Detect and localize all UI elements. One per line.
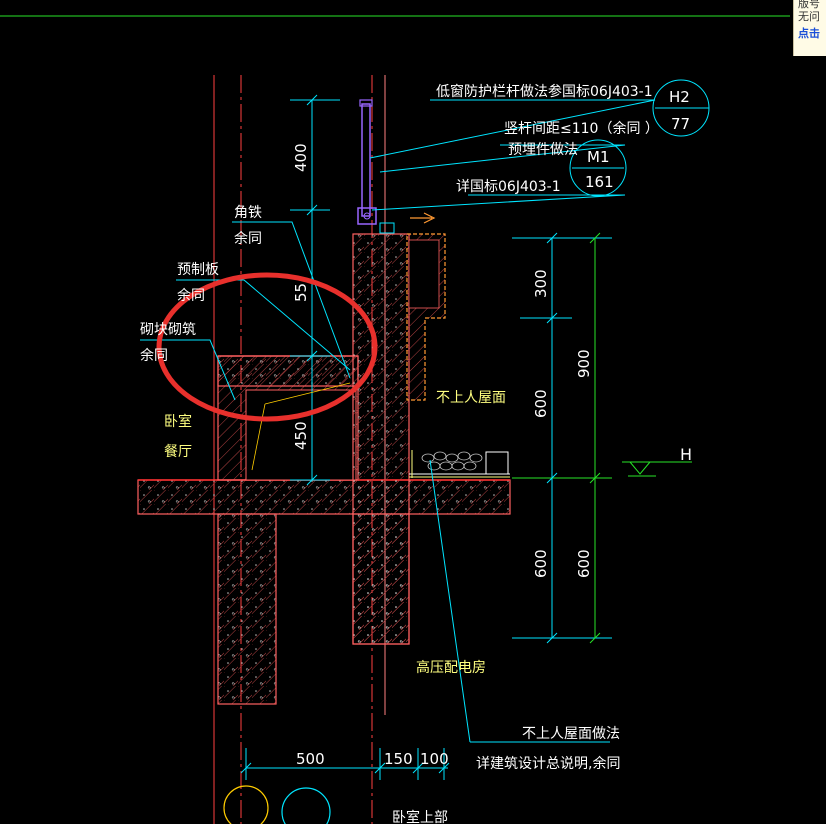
dim-left-low: 450 [292,421,310,450]
dim-left-mid: 55 [292,283,310,302]
masonry-note: 余同 [140,347,168,364]
angle-steel-label: 角铁 [234,205,262,221]
axis-bubble-left [223,785,269,824]
dim-right-1: 300 [532,269,550,298]
level-mark-icon [622,461,692,477]
railing-badge-bottom: 77 [671,115,690,133]
tooltip-popup[interactable]: 版号 无问 点击 [793,0,826,56]
dim-bottom-3: 100 [420,750,449,768]
precast-slab-label: 预制板 [177,262,219,278]
precast-slab-note: 余同 [177,287,205,304]
embedded-badge-bottom: 161 [585,173,614,191]
dim-right-2: 600 [532,389,550,418]
right-dimension [512,232,612,644]
central-column-lower [352,513,410,645]
dim-bottom-2: 150 [384,750,413,768]
roof-method-label: 不上人屋面做法 [522,726,620,742]
cad-drawing-canvas[interactable]: 低窗防护栏杆做法参国标06J403-1 H2 77 竖杆间距≤110（余同 ） … [0,0,826,824]
bedroom-label: 卧室 [164,413,192,430]
dim-right-3: 600 [532,549,550,578]
embedded-part-text: 预埋件做法 [508,142,578,158]
level-mark-text: H [680,445,692,464]
dim-right-total-upper: 900 [575,349,593,378]
popup-line-1: 版号 [798,0,820,10]
embedded-plate [379,222,395,234]
parapet-void [408,239,440,309]
popup-line-2: 无问 [798,10,820,23]
dim-right-total-lower: 600 [575,549,593,578]
railing-badge-top: H2 [669,88,690,106]
axis-bubble-right [281,787,331,824]
roof-edge-box [485,451,509,475]
angle-steel-note: 余同 [234,230,262,247]
bottom-label: 卧室上部 [392,809,448,824]
embedded-ref-text: 详国标06J403-1 [456,179,561,195]
railing-ref-text: 低窗防护栏杆做法参国标06J403-1 [436,83,653,100]
embedded-badge-top: M1 [587,148,610,166]
dim-bottom-1: 500 [296,750,325,768]
baluster-spacing-text: 竖杆间距≤110（余同 ） [504,120,659,137]
masonry-label: 砌块砌筑 [140,322,196,338]
precast-slab-section [217,355,359,387]
bottom-dimension [240,748,450,780]
roof-label: 不上人屋面 [436,390,506,406]
floor-slab [137,479,511,515]
dim-left-top: 400 [292,143,310,172]
left-wall-lower [217,513,277,705]
substation-label: 高压配电房 [416,659,486,676]
popup-link[interactable]: 点击 [794,27,826,40]
railing-post [361,103,371,217]
drain-arrow-icon [410,212,436,224]
dining-label: 餐厅 [164,444,192,460]
roof-method-ref: 详建筑设计总说明,余同 [476,755,620,772]
